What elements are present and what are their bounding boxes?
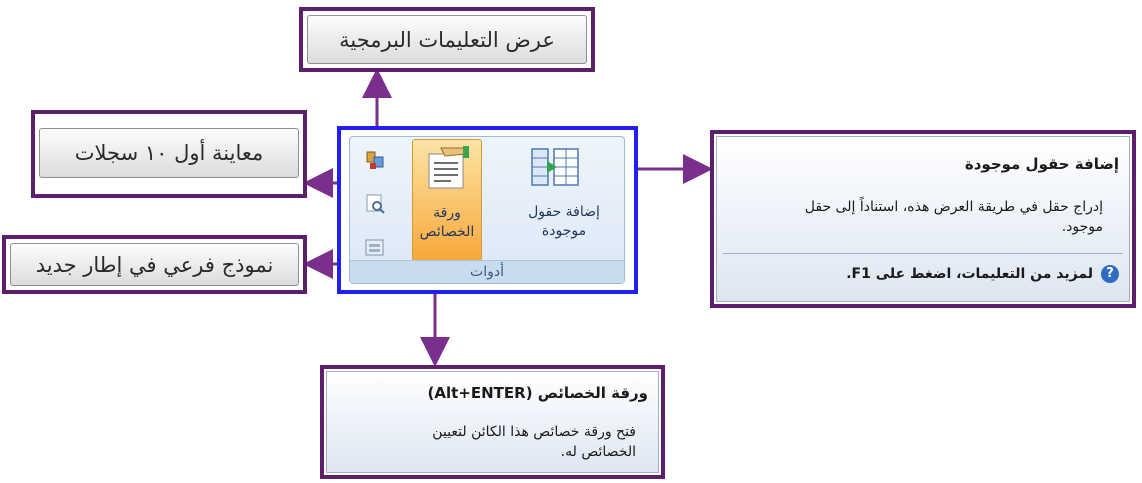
help-text: لمزيد من التعليمات، اضغط على F1.: [846, 266, 1093, 282]
tooltip-title: ورقة الخصائص (Alt+ENTER): [427, 384, 648, 402]
callout-subform-new-window: نموذج فرعي في إطار جديد: [2, 235, 307, 294]
red-mark: ˅: [1130, 0, 1137, 12]
add-existing-fields-button[interactable]: إضافة حقول موجودة: [514, 139, 614, 259]
preview-records-button[interactable]: معاينة أول ١٠ سجلات: [39, 128, 299, 178]
subform-new-window-button[interactable]: نموذج فرعي في إطار جديد: [10, 243, 299, 286]
help-icon: ?: [1101, 265, 1119, 283]
tooltip-title: إضافة حقول موجودة: [964, 155, 1119, 173]
preview-icon[interactable]: [364, 193, 386, 215]
property-sheet-button[interactable]: ورقة الخصائص: [412, 139, 482, 261]
tooltip-divider: [723, 253, 1123, 254]
add-existing-fields-label: إضافة حقول موجودة: [528, 204, 600, 239]
tooltip-body: إدراج حقل في طريقة العرض هذه، استناداً إ…: [804, 199, 1103, 235]
tooltip-body: فتح ورقة خصائص هذا الكائن لتعيين الخصائص…: [432, 424, 636, 460]
property-sheet-icon: [423, 146, 471, 190]
view-code-button[interactable]: عرض التعليمات البرمجية: [307, 15, 587, 64]
tooltip-add-existing-fields: إضافة حقول موجودة إدراج حقل في طريقة الع…: [710, 130, 1136, 308]
ribbon-group-label: أدوات: [350, 260, 624, 283]
ribbon-tools-frame: ورقة الخصائص إضافة حقول موجودة أدوات: [337, 126, 638, 294]
view-code-icon[interactable]: [364, 149, 386, 171]
callout-preview-records: معاينة أول ١٠ سجلات: [31, 110, 307, 198]
ribbon-group-tools: ورقة الخصائص إضافة حقول موجودة أدوات: [349, 136, 625, 284]
help-row: ? لمزيد من التعليمات، اضغط على F1.: [846, 265, 1119, 283]
add-fields-icon: [530, 145, 582, 189]
tooltip-property-sheet: ورقة الخصائص (Alt+ENTER) فتح ورقة خصائص …: [320, 365, 665, 479]
callout-view-code: عرض التعليمات البرمجية: [299, 7, 595, 72]
subform-icon[interactable]: [364, 237, 386, 259]
property-sheet-label: ورقة الخصائص: [419, 205, 475, 240]
